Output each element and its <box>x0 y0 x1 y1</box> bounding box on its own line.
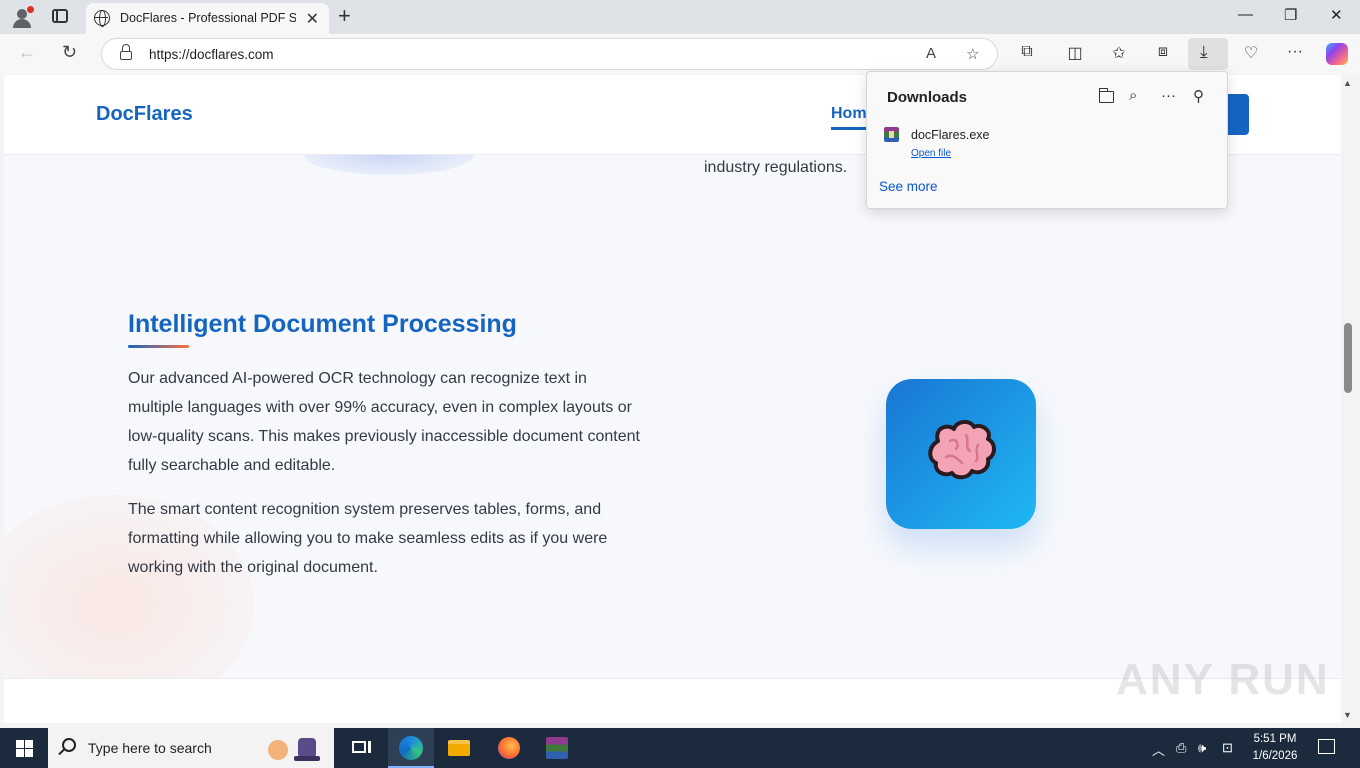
scroll-up-icon[interactable]: ▲ <box>1343 78 1352 88</box>
refresh-icon[interactable]: ↻ <box>62 42 77 63</box>
new-tab-button[interactable]: + <box>338 3 351 29</box>
feature-icon-card <box>886 379 1036 529</box>
feature-paragraph-2: The smart content recognition system pre… <box>128 501 608 576</box>
address-bar[interactable]: https://docflares.com A ☆ <box>101 38 998 70</box>
profile-icon[interactable] <box>10 6 34 28</box>
minimize-button[interactable]: — <box>1238 6 1253 23</box>
task-view-icon[interactable] <box>349 736 373 760</box>
brain-icon <box>928 420 996 480</box>
downloads-panel: Downloads ⌕ ··· ⚲ docFlares.exe Open fil… <box>866 71 1228 209</box>
scroll-down-icon[interactable]: ▼ <box>1343 710 1352 720</box>
file-explorer-icon[interactable] <box>448 736 472 760</box>
taskbar-clock[interactable]: 5:51 PM 1/6/2026 <box>1246 731 1304 765</box>
winrar-icon[interactable] <box>545 736 569 760</box>
taskbar-edge-active[interactable] <box>388 728 434 768</box>
windows-taskbar: Type here to search ︿ ⎙ 🕪 ⊡ 5:51 PM 1/6/… <box>0 728 1360 768</box>
anyrun-watermark: ANY RUN <box>1116 655 1330 704</box>
globe-icon <box>94 10 110 27</box>
tab-actions-icon[interactable] <box>52 9 68 23</box>
split-screen-icon[interactable]: ◫ <box>1064 43 1086 63</box>
volume-icon[interactable]: 🕪 <box>1198 740 1206 756</box>
tray-overflow-chevron-icon[interactable]: ︿ <box>1152 740 1165 759</box>
pin-icon[interactable]: ⚲ <box>1193 87 1204 105</box>
favorite-star-icon[interactable]: ☆ <box>966 45 979 63</box>
extensions-icon[interactable]: ⧉ <box>1016 43 1038 61</box>
feature-paragraph-1: Our advanced AI-powered OCR technology c… <box>128 370 640 474</box>
downloads-button[interactable]: ⤓ <box>1188 38 1228 70</box>
page-scrollbar[interactable]: ▲ ▼ <box>1341 75 1356 723</box>
browser-toolbar: ← ↻ https://docflares.com A ☆ ⧉ ◫ ✩ ⧈ ⤓ … <box>0 34 1360 74</box>
tab-title: DocFlares - Professional PDF Software <box>120 11 296 25</box>
close-window-button[interactable]: ✕ <box>1330 6 1343 24</box>
notification-icon[interactable] <box>1318 739 1335 754</box>
see-more-link[interactable]: See more <box>879 179 938 194</box>
clock-date: 1/6/2026 <box>1252 750 1298 762</box>
network-icon[interactable]: ⊡ <box>1222 740 1233 756</box>
read-aloud-icon[interactable]: A <box>926 45 936 62</box>
favorites-icon[interactable]: ✩ <box>1108 43 1130 63</box>
taskbar-search-box[interactable]: Type here to search <box>48 728 334 768</box>
search-placeholder: Type here to search <box>88 740 212 756</box>
browser-tab-docflares[interactable]: DocFlares - Professional PDF Software ✕ <box>86 3 329 34</box>
close-tab-icon[interactable]: ✕ <box>306 9 319 29</box>
open-file-link[interactable]: Open file <box>911 148 951 159</box>
partial-paragraph: industry regulations. <box>704 159 848 176</box>
lock-icon[interactable] <box>120 44 132 60</box>
firefox-icon[interactable] <box>497 736 521 760</box>
url-text[interactable]: https://docflares.com <box>149 47 274 62</box>
restore-button[interactable]: ❐ <box>1284 6 1297 24</box>
site-logo[interactable]: DocFlares <box>96 103 193 126</box>
title-underline <box>128 345 189 348</box>
search-icon <box>62 738 76 752</box>
browser-essentials-icon[interactable]: ♡ <box>1240 43 1262 63</box>
winrar-file-icon <box>884 127 899 142</box>
search-highlight-illustration <box>268 738 320 761</box>
copilot-icon[interactable] <box>1326 43 1348 65</box>
search-downloads-icon[interactable]: ⌕ <box>1129 87 1137 104</box>
scrollbar-thumb[interactable] <box>1344 323 1352 393</box>
downloads-title: Downloads <box>887 89 968 106</box>
windows-start-icon[interactable] <box>16 740 33 757</box>
more-menu-icon[interactable]: ··· <box>1284 43 1306 61</box>
download-file-name[interactable]: docFlares.exe <box>911 128 990 142</box>
meet-now-icon[interactable]: ⎙ <box>1176 740 1186 756</box>
clock-time: 5:51 PM <box>1253 733 1297 745</box>
feature-title: Intelligent Document Processing <box>128 310 517 338</box>
edge-icon <box>399 736 423 760</box>
download-icon: ⤓ <box>1200 42 1208 61</box>
more-options-icon[interactable]: ··· <box>1161 87 1176 104</box>
collections-icon[interactable]: ⧈ <box>1152 43 1174 61</box>
browser-tabstrip: DocFlares - Professional PDF Software ✕ … <box>0 0 1360 34</box>
open-folder-icon[interactable] <box>1098 88 1114 103</box>
back-icon[interactable]: ← <box>18 42 36 63</box>
